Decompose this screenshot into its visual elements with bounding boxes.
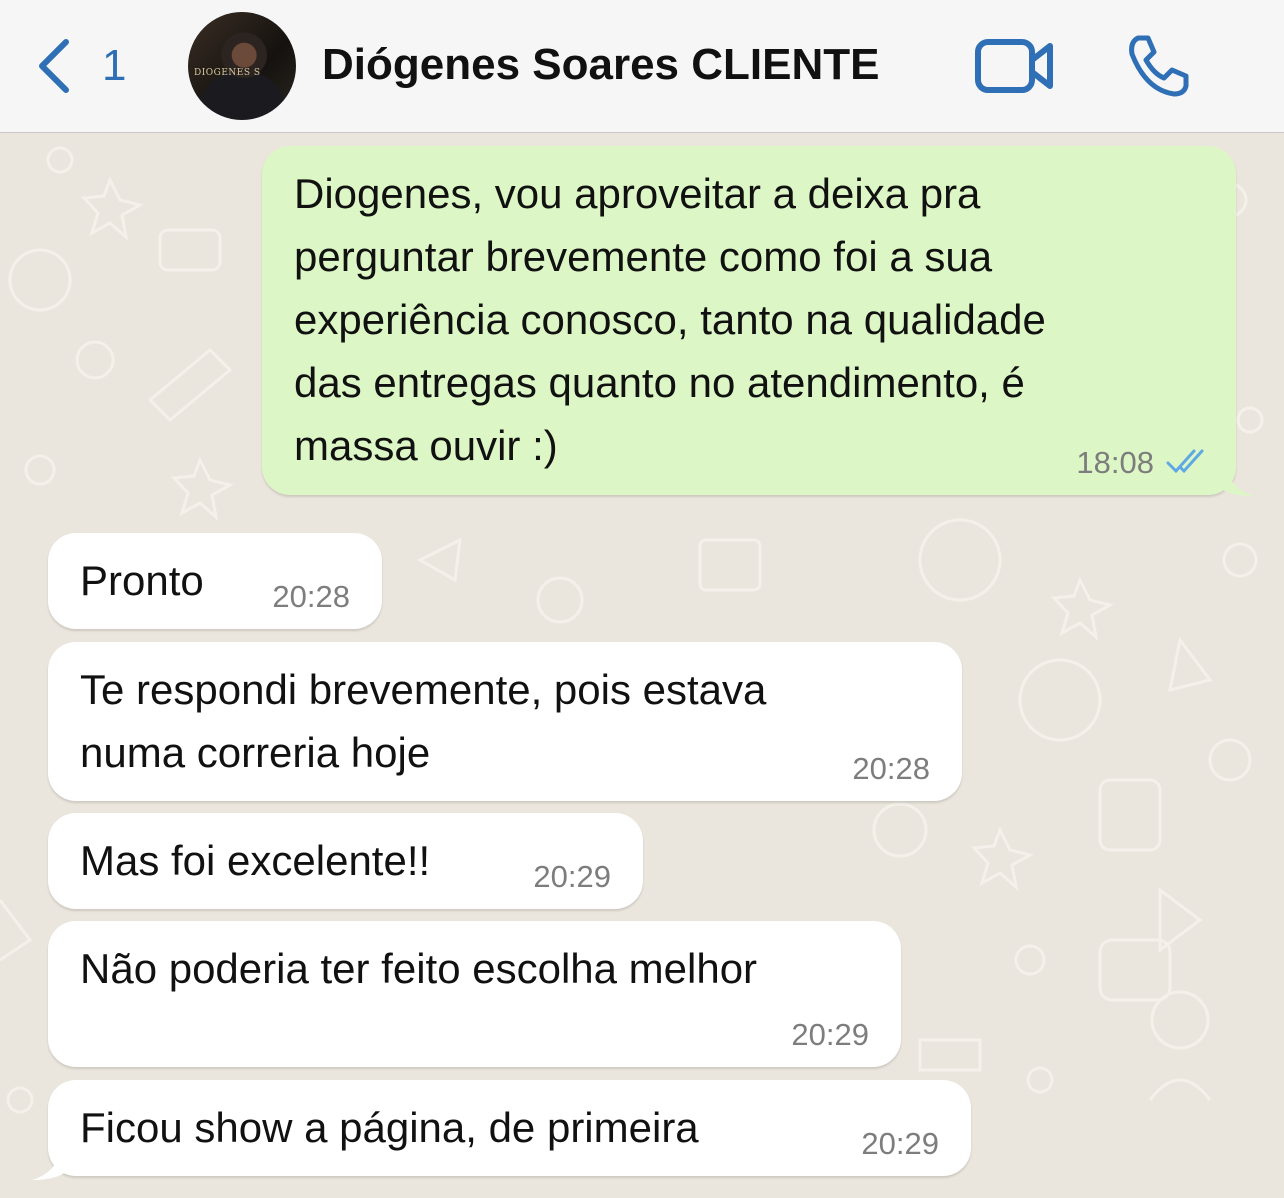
message-text: Pronto [80,557,204,604]
video-camera-icon[interactable] [974,36,1056,96]
avatar-text: DIOGENES S [194,68,261,78]
incoming-message[interactable]: Te respondi brevemente, pois estava numa… [48,642,962,801]
message-time: 20:29 [861,1126,939,1161]
message-time: 18:08 [1076,445,1154,480]
message-time: 20:29 [791,1017,869,1052]
incoming-message[interactable]: Mas foi excelente!! 20:29 [48,813,643,909]
message-time: 20:28 [272,579,350,614]
incoming-message[interactable]: Pronto 20:28 [48,533,382,629]
bubble-tail [1218,456,1254,496]
message-text: Te respondi brevemente, pois estava numa… [80,666,767,776]
contact-name[interactable]: Diógenes Soares CLIENTE [322,40,879,90]
chevron-left-icon [39,39,69,93]
phone-icon[interactable] [1124,32,1192,100]
message-text: Ficou show a página, de primeira [80,1104,699,1151]
message-time: 20:29 [533,859,611,894]
message-text: Não poderia ter feito escolha melhor [80,945,758,992]
bubble-tail [32,1140,68,1180]
outgoing-message[interactable]: Diogenes, vou aproveitar a deixa pra per… [262,146,1236,495]
avatar[interactable]: DIOGENES S [188,12,296,120]
read-ticks-icon [1166,449,1204,474]
message-text: Mas foi excelente!! [80,837,431,884]
incoming-message[interactable]: Não poderia ter feito escolha melhor 20:… [48,921,901,1067]
message-time: 20:28 [852,751,930,786]
back-button[interactable]: 1 [36,36,126,96]
unread-count: 1 [102,41,127,90]
message-text: Diogenes, vou aproveitar a deixa pra per… [294,170,1046,469]
incoming-message[interactable]: Ficou show a página, de primeira 20:29 [48,1080,971,1176]
chat-header: 1 DIOGENES S Diógenes Soares CLIENTE [0,0,1284,133]
